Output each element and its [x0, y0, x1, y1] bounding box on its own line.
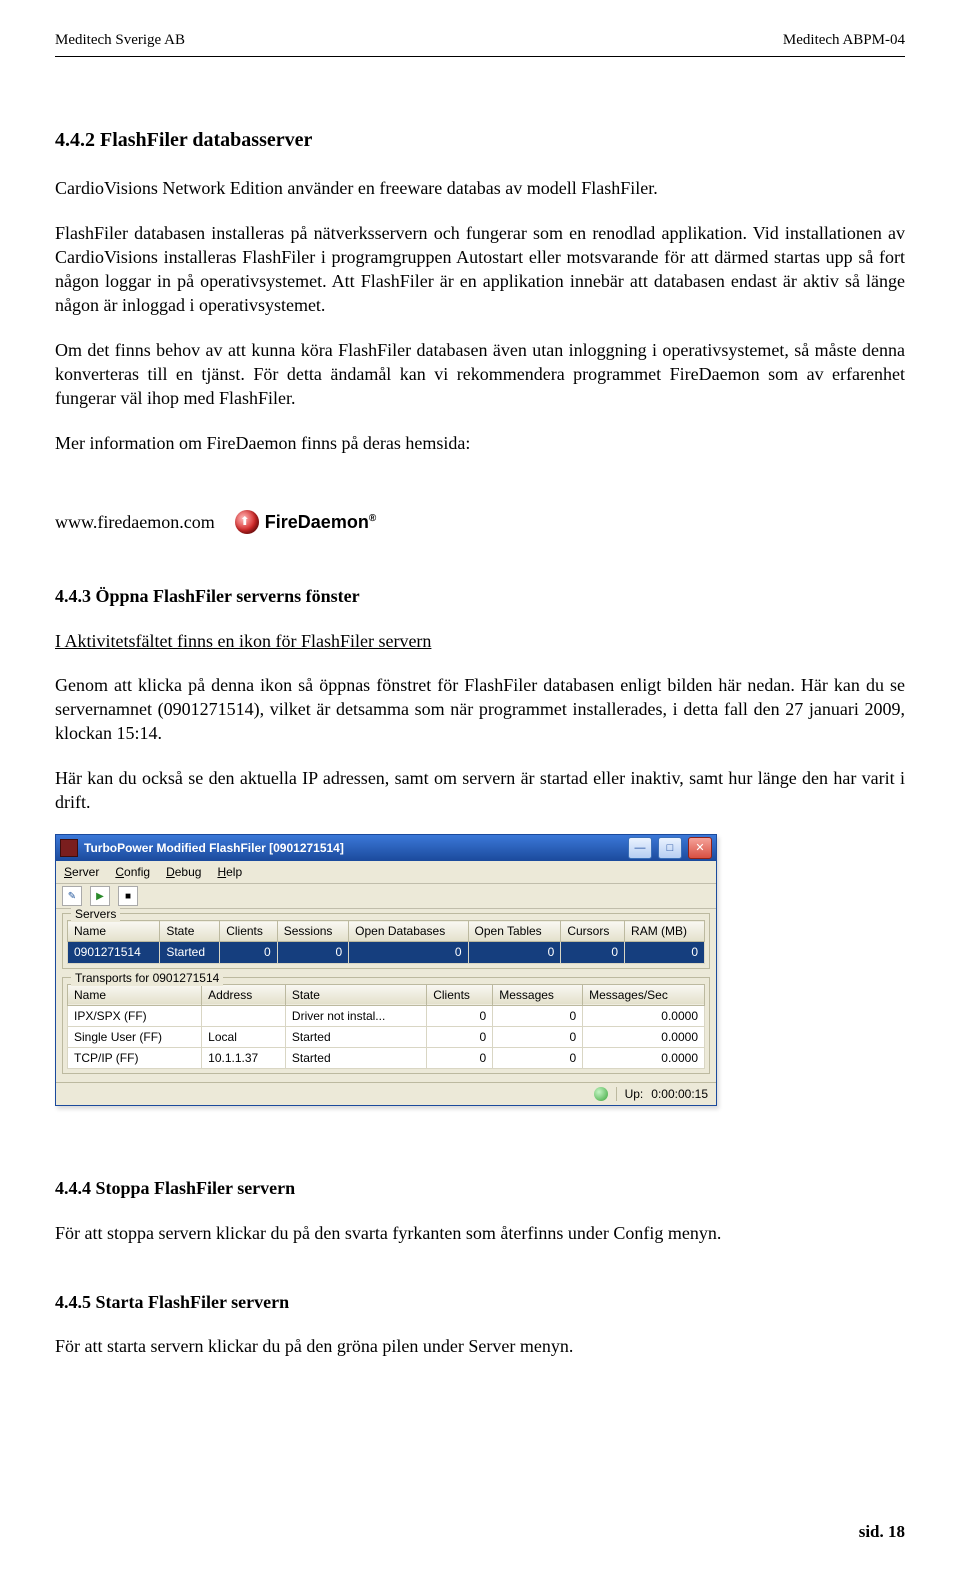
- app-icon: [60, 839, 78, 857]
- statusbar: Up: 0:00:00:15: [56, 1082, 716, 1105]
- col-clients[interactable]: Clients: [220, 921, 278, 942]
- status-uptime: 0:00:00:15: [651, 1086, 708, 1102]
- server-clients: 0: [220, 942, 278, 963]
- para-7: Här kan du också se den aktuella IP adre…: [55, 766, 905, 815]
- heading-445: 4.4.5 Starta FlashFiler servern: [55, 1290, 905, 1314]
- transports-table: Name Address State Clients Messages Mess…: [67, 984, 705, 1070]
- toolbar: ✎ ▶ ■: [56, 884, 716, 909]
- tcol-address[interactable]: Address: [202, 984, 286, 1005]
- col-state[interactable]: State: [160, 921, 220, 942]
- para-9: För att starta servern klickar du på den…: [55, 1334, 905, 1358]
- menu-server[interactable]: Server: [64, 864, 99, 880]
- servers-group: Servers Name State Clients Sessions Open…: [62, 913, 710, 968]
- col-cursors[interactable]: Cursors: [561, 921, 625, 942]
- tcol-messages[interactable]: Messages: [493, 984, 583, 1005]
- menu-config[interactable]: Config: [115, 864, 150, 880]
- server-sessions: 0: [277, 942, 348, 963]
- heading-443: 4.4.3 Öppna FlashFiler serverns fönster: [55, 584, 905, 608]
- servers-table: Name State Clients Sessions Open Databas…: [67, 920, 705, 963]
- server-cursors: 0: [561, 942, 625, 963]
- para-1: CardioVisions Network Edition använder e…: [55, 176, 905, 200]
- server-opendb: 0: [349, 942, 468, 963]
- header-left: Meditech Sverige AB: [55, 30, 185, 50]
- col-opentbl[interactable]: Open Tables: [468, 921, 561, 942]
- col-sessions[interactable]: Sessions: [277, 921, 348, 942]
- firedaemon-icon: [235, 510, 259, 534]
- menu-debug[interactable]: Debug: [166, 864, 201, 880]
- col-opendb[interactable]: Open Databases: [349, 921, 468, 942]
- para-4: Mer information om FireDaemon finns på d…: [55, 431, 905, 455]
- server-name: 0901271514: [68, 942, 160, 963]
- header-rule: [55, 56, 905, 57]
- firedaemon-brand: FireDaemon: [265, 512, 369, 532]
- close-button[interactable]: ✕: [688, 837, 712, 859]
- maximize-button[interactable]: □: [658, 837, 682, 859]
- col-ram[interactable]: RAM (MB): [625, 921, 705, 942]
- transports-group-label: Transports for 0901271514: [71, 970, 223, 986]
- tcol-msgsec[interactable]: Messages/Sec: [583, 984, 705, 1005]
- server-row[interactable]: 0901271514 Started 0 0 0 0 0 0: [68, 942, 705, 963]
- window-title: TurboPower Modified FlashFiler [09012715…: [84, 840, 622, 856]
- para-3: Om det finns behov av att kunna köra Fla…: [55, 338, 905, 411]
- titlebar[interactable]: TurboPower Modified FlashFiler [09012715…: [56, 835, 716, 861]
- firedaemon-link[interactable]: www.firedaemon.com: [55, 510, 215, 534]
- para-6: Genom att klicka på denna ikon så öppnas…: [55, 673, 905, 746]
- para-5: I Aktivitetsfältet finns en ikon för Fla…: [55, 629, 905, 653]
- menubar: Server Config Debug Help: [56, 861, 716, 884]
- para-8: För att stoppa servern klickar du på den…: [55, 1221, 905, 1245]
- transport-row[interactable]: TCP/IP (FF) 10.1.1.37 Started 0 0 0.0000: [68, 1048, 705, 1069]
- tcol-clients[interactable]: Clients: [427, 984, 493, 1005]
- heading-444: 4.4.4 Stoppa FlashFiler servern: [55, 1176, 905, 1200]
- menu-help[interactable]: Help: [217, 864, 242, 880]
- flashfiler-window: TurboPower Modified FlashFiler [09012715…: [55, 834, 717, 1106]
- status-icon: [594, 1087, 608, 1101]
- server-state: Started: [160, 942, 220, 963]
- minimize-button[interactable]: —: [628, 837, 652, 859]
- server-opentbl: 0: [468, 942, 561, 963]
- page-number: sid. 18: [859, 1521, 905, 1544]
- transport-row[interactable]: Single User (FF) Local Started 0 0 0.000…: [68, 1027, 705, 1048]
- firedaemon-logo: FireDaemon®: [235, 510, 376, 534]
- toolbar-start-icon[interactable]: ▶: [90, 886, 110, 906]
- heading-442: 4.4.2 FlashFiler databasserver: [55, 127, 905, 154]
- transports-group: Transports for 0901271514 Name Address S…: [62, 977, 710, 1075]
- server-ram: 0: [625, 942, 705, 963]
- servers-group-label: Servers: [71, 906, 120, 922]
- tcol-name[interactable]: Name: [68, 984, 202, 1005]
- status-up-label: Up:: [625, 1086, 644, 1102]
- toolbar-open-icon[interactable]: ✎: [62, 886, 82, 906]
- tcol-state[interactable]: State: [285, 984, 426, 1005]
- toolbar-stop-icon[interactable]: ■: [118, 886, 138, 906]
- transport-row[interactable]: IPX/SPX (FF) Driver not instal... 0 0 0.…: [68, 1005, 705, 1026]
- para-2: FlashFiler databasen installeras på nätv…: [55, 221, 905, 318]
- col-name[interactable]: Name: [68, 921, 160, 942]
- header-right: Meditech ABPM-04: [783, 30, 905, 50]
